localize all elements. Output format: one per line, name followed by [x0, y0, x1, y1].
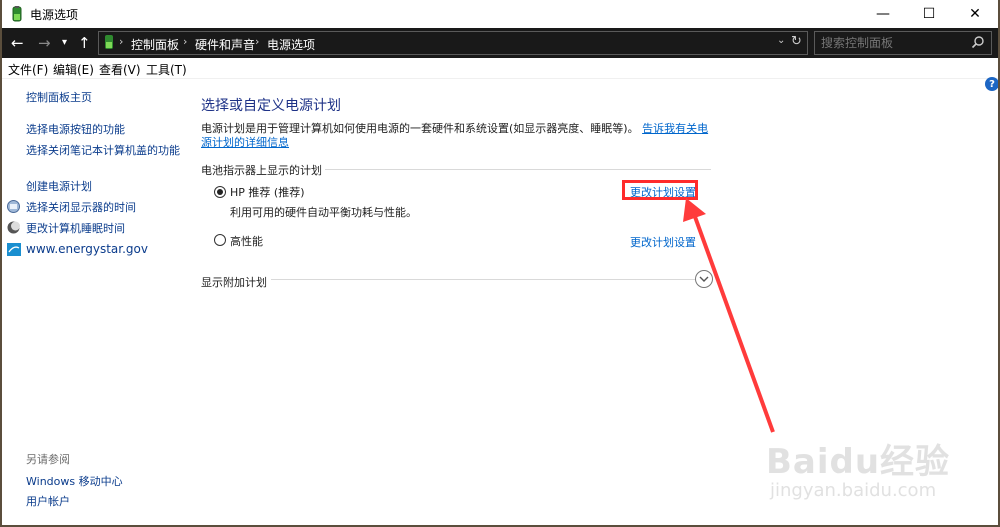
annotation-highlight-box: [622, 180, 698, 200]
close-button[interactable]: ✕: [952, 0, 998, 28]
see-also-mobility-center[interactable]: Windows 移动中心: [26, 474, 186, 489]
watermark-logo: Baidu经验: [766, 442, 951, 482]
plan-radio-high-performance[interactable]: [214, 234, 226, 246]
help-icon[interactable]: ?: [985, 77, 998, 91]
breadcrumb-control-panel[interactable]: 控制面板: [131, 36, 179, 53]
plan-name-high-performance[interactable]: 高性能: [230, 233, 263, 249]
expand-chevron-icon[interactable]: [695, 270, 713, 288]
section-title: 电池指示器上显示的计划: [201, 164, 322, 177]
minimize-button[interactable]: —: [860, 0, 906, 28]
show-additional-plans[interactable]: 显示附加计划: [201, 274, 267, 290]
breadcrumb-power-options[interactable]: 电源选项: [267, 36, 315, 53]
sidebar-item-sleep-time[interactable]: 更改计算机睡眠时间: [26, 221, 186, 236]
chevron-right-icon: ›: [255, 35, 260, 48]
plan-name-hp[interactable]: HP 推荐 (推荐): [230, 184, 304, 200]
display-icon: [7, 200, 20, 213]
plan-radio-hp[interactable]: [214, 186, 226, 198]
energystar-icon: [7, 243, 21, 256]
menu-file[interactable]: 文件(F): [8, 61, 48, 78]
maximize-button[interactable]: ☐: [906, 0, 952, 28]
refresh-icon[interactable]: ↻: [791, 34, 802, 49]
control-panel-icon: [105, 35, 113, 49]
search-box[interactable]: [814, 31, 992, 55]
menu-edit[interactable]: 编辑(E): [53, 61, 94, 78]
see-also-heading: 另请参阅: [26, 453, 70, 466]
chevron-down-icon[interactable]: ⌄: [777, 35, 785, 46]
title-bar: 电源选项 — ☐ ✕: [2, 0, 998, 28]
change-plan-settings-link-high-performance[interactable]: 更改计划设置: [630, 234, 696, 250]
back-arrow-icon[interactable]: ←: [11, 34, 24, 52]
sidebar-item-create-plan[interactable]: 创建电源计划: [26, 179, 186, 194]
watermark-url: jingyan.baidu.com: [770, 480, 937, 501]
window-title: 电源选项: [30, 8, 79, 22]
description-text: 电源计划是用于管理计算机如何使用电源的一套硬件和系统设置(如显示器亮度、睡眠等)…: [201, 122, 639, 135]
additional-plans-divider: [271, 279, 695, 280]
sidebar-item-power-button[interactable]: 选择电源按钮的功能: [26, 122, 186, 137]
address-bar: ← → ▾ ↑ › 控制面板 › 硬件和声音 › 电源选项 ⌄ ↻: [2, 28, 998, 58]
section-divider: [325, 169, 711, 170]
forward-arrow-icon[interactable]: →: [38, 34, 51, 52]
sidebar-item-display-off[interactable]: 选择关闭显示器的时间: [26, 200, 186, 215]
search-icon[interactable]: [971, 35, 985, 49]
chevron-right-icon: ›: [183, 35, 188, 48]
page-title: 选择或自定义电源计划: [201, 98, 341, 114]
up-arrow-icon[interactable]: ↑: [78, 34, 91, 52]
battery-icon: [12, 6, 22, 22]
search-input[interactable]: [819, 34, 963, 52]
menu-bar: 文件(F) 编辑(E) 查看(V) 工具(T): [2, 58, 998, 79]
page-description: 电源计划是用于管理计算机如何使用电源的一套硬件和系统设置(如显示器亮度、睡眠等)…: [201, 122, 716, 150]
moon-icon: [7, 221, 20, 234]
menu-tools[interactable]: 工具(T): [146, 61, 187, 78]
see-also-user-accounts[interactable]: 用户帐户: [26, 494, 186, 509]
recent-locations-chevron-icon[interactable]: ▾: [62, 34, 67, 52]
sidebar-item-energystar[interactable]: www.energystar.gov: [26, 242, 186, 257]
menu-view[interactable]: 查看(V): [99, 61, 141, 78]
sidebar: 控制面板主页 选择电源按钮的功能 选择关闭笔记本计算机盖的功能 创建电源计划 选…: [2, 78, 192, 525]
breadcrumb-hardware-sound[interactable]: 硬件和声音: [195, 36, 255, 53]
plan-description-hp: 利用可用的硬件自动平衡功耗与性能。: [230, 206, 417, 219]
breadcrumb[interactable]: › 控制面板 › 硬件和声音 › 电源选项 ⌄ ↻: [98, 31, 808, 55]
chevron-right-icon: ›: [119, 35, 124, 48]
sidebar-item-control-panel-home[interactable]: 控制面板主页: [26, 90, 186, 105]
sidebar-item-lid-close[interactable]: 选择关闭笔记本计算机盖的功能: [26, 143, 186, 158]
